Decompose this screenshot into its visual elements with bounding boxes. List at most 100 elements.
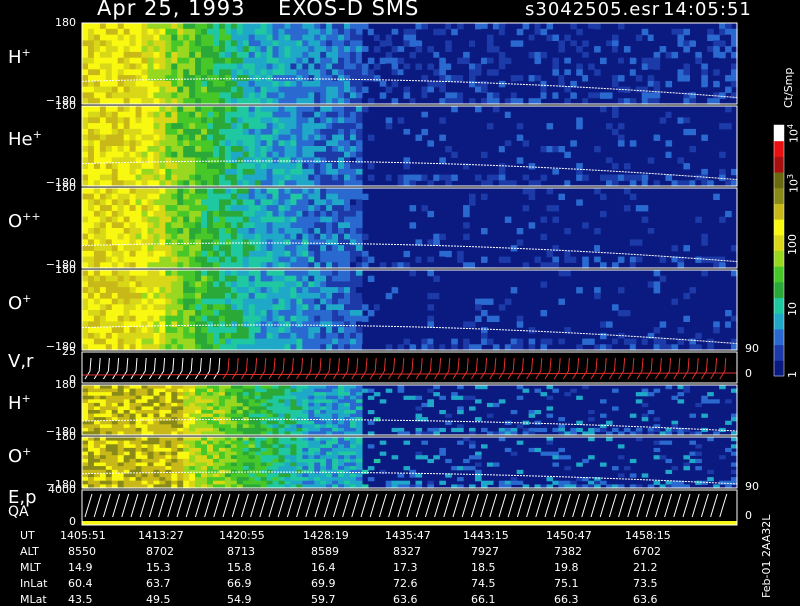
footer-cell: 16.4 (311, 561, 336, 574)
footer-row-label-ut: UT (20, 529, 35, 542)
colorbar-step (774, 282, 784, 298)
footer-cell: 7927 (471, 545, 499, 558)
panel-h2-ymax: 180 (36, 378, 76, 391)
spectrogram-plot (0, 0, 800, 600)
panel-o1-right-label: 90 (745, 342, 759, 355)
colorbar-step (774, 345, 784, 361)
panel-h1-heatmap (82, 23, 738, 105)
panel-vr-right-label: 0 (745, 367, 752, 380)
panel-opp-ion-label: O++ (8, 210, 41, 232)
footer-cell: 66.9 (227, 577, 252, 590)
colorbar-tick-exp: 4 (786, 123, 795, 128)
ion-name: O (8, 293, 22, 314)
footer-cell: 8713 (227, 545, 255, 558)
colorbar-step (774, 219, 784, 235)
ion-charge: + (22, 46, 31, 59)
colorbar-step (774, 188, 784, 204)
footer-cell: 1435:47 (385, 529, 431, 542)
footer-cell: 60.4 (68, 577, 93, 590)
footer-row-label-alt: ALT (20, 545, 39, 558)
colorbar-step (774, 298, 784, 314)
panel-he-ymax: 180 (36, 99, 76, 112)
ion-name: H (8, 47, 22, 68)
colorbar-tick: 103 (786, 174, 800, 193)
footer-cell: 14.9 (68, 561, 93, 574)
footer-cell: 63.7 (146, 577, 171, 590)
footer-cell: 75.1 (554, 577, 579, 590)
colorbar-tick-base: 10 (788, 129, 800, 143)
footer-cell: 1420:55 (219, 529, 265, 542)
footer-cell: 18.5 (471, 561, 496, 574)
panel-ep-ymax: 4000 (36, 483, 76, 496)
footer-cell: 1443:15 (463, 529, 509, 542)
footer-cell: 21.2 (633, 561, 658, 574)
colorbar-step (774, 125, 784, 141)
panel-o1-ymax: 180 (36, 263, 76, 276)
footer-row-label-inlat: InLat (20, 577, 47, 590)
panel-o2-right-label: 90 (745, 480, 759, 493)
ion-charge: + (22, 445, 31, 458)
footer-cell: 74.5 (471, 577, 496, 590)
ion-charge: ++ (22, 210, 40, 223)
colorbar-step (774, 329, 784, 345)
colorbar-tick: 10 (786, 302, 799, 316)
footer-cell: 8589 (311, 545, 339, 558)
plot-date: Apr 25, 1993 (97, 0, 246, 20)
footer-cell: 8550 (68, 545, 96, 558)
file-time: 14:05:51 (663, 0, 752, 20)
footer-cell: 73.5 (633, 577, 658, 590)
footer-cell: 69.9 (311, 577, 336, 590)
footer-cell: 8327 (393, 545, 421, 558)
colorbar-tick: 104 (786, 123, 800, 142)
panel-ep-qa-bar (82, 521, 737, 525)
panel-o2-ymax: 180 (36, 430, 76, 443)
footer-cell: 1450:47 (546, 529, 592, 542)
footer-cell: 17.3 (393, 561, 418, 574)
footer-cell: 15.8 (227, 561, 252, 574)
colorbar-tick: 1 (786, 371, 799, 378)
colorbar-step (774, 360, 784, 376)
colorbar-step (774, 172, 784, 188)
panel-h2-ion-label: H+ (8, 392, 31, 414)
colorbar-tick-exp: 3 (786, 174, 795, 179)
panel-ep-ion2-label: QA (8, 504, 29, 520)
ion-charge: + (33, 128, 42, 141)
panel-o1-ion-label: O+ (8, 292, 31, 314)
colorbar-step (774, 141, 784, 157)
colorbar-tick-base: 1 (786, 371, 799, 378)
ion-charge: + (22, 292, 31, 305)
panel-he-ion-label: He+ (8, 128, 42, 150)
colorbar-tick: 100 (786, 234, 799, 255)
colorbar-step (774, 266, 784, 282)
colorbar-step (774, 251, 784, 267)
footer-cell: 1405:51 (60, 529, 106, 542)
panel-h1-ion-label: H+ (8, 46, 31, 68)
colorbar-tick-base: 10 (788, 179, 800, 193)
ion-charge: + (22, 392, 31, 405)
footer-cell: 7382 (554, 545, 582, 558)
footer-cell: 1428:19 (303, 529, 349, 542)
footer-cell: 8702 (146, 545, 174, 558)
footer-side-note: Feb-01 2AA32L (760, 515, 773, 598)
colorbar-step (774, 156, 784, 172)
instrument-name: EXOS-D SMS (278, 0, 419, 20)
panel-vr-ion-label: V,r (8, 350, 33, 372)
footer-cell: 19.8 (554, 561, 579, 574)
footer-cell: 1458:15 (625, 529, 671, 542)
panel-ep-ymin: 0 (36, 515, 76, 528)
ion-name: O (8, 446, 22, 467)
panel-vr-ymax: 25 (36, 345, 76, 358)
footer-cell: 15.3 (146, 561, 171, 574)
colorbar-tick-base: 10 (786, 302, 799, 316)
colorbar-step (774, 203, 784, 219)
panel-ep-right-label: 0 (745, 509, 752, 522)
ion-name: V,r (8, 351, 33, 372)
colorbar-tick-base: 100 (786, 234, 799, 255)
colorbar-step (774, 235, 784, 251)
footer-row-label-mlt: MLT (20, 561, 41, 574)
ion-name: O (8, 211, 22, 232)
colorbar-step (774, 313, 784, 329)
panel-o2-ion-label: O+ (8, 445, 31, 467)
panel-vr-background (82, 352, 737, 383)
panel-opp-ymax: 180 (36, 181, 76, 194)
